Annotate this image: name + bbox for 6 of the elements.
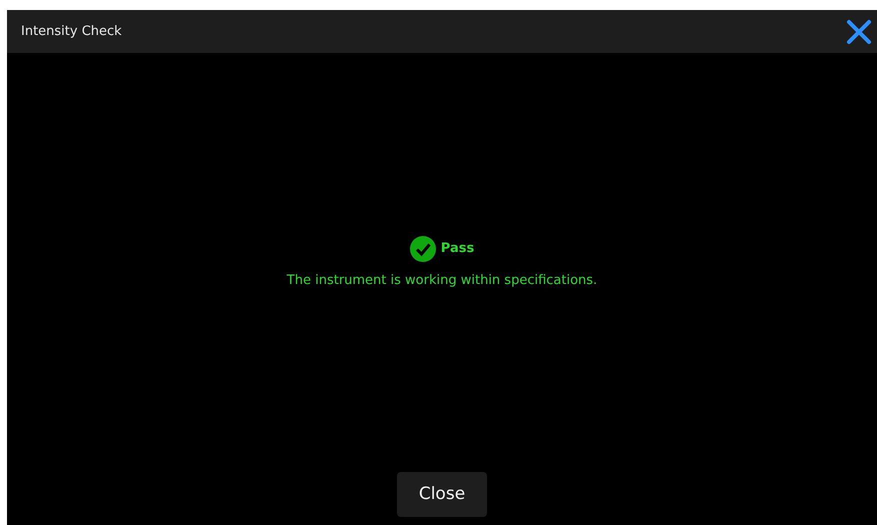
result-label: Pass (440, 240, 474, 258)
window-title: Intensity Check (21, 22, 122, 41)
close-icon (846, 18, 872, 44)
result-message: The instrument is working within specifications. (286, 272, 598, 290)
close-button[interactable]: Close (397, 472, 487, 517)
check-circle-icon (410, 236, 436, 262)
